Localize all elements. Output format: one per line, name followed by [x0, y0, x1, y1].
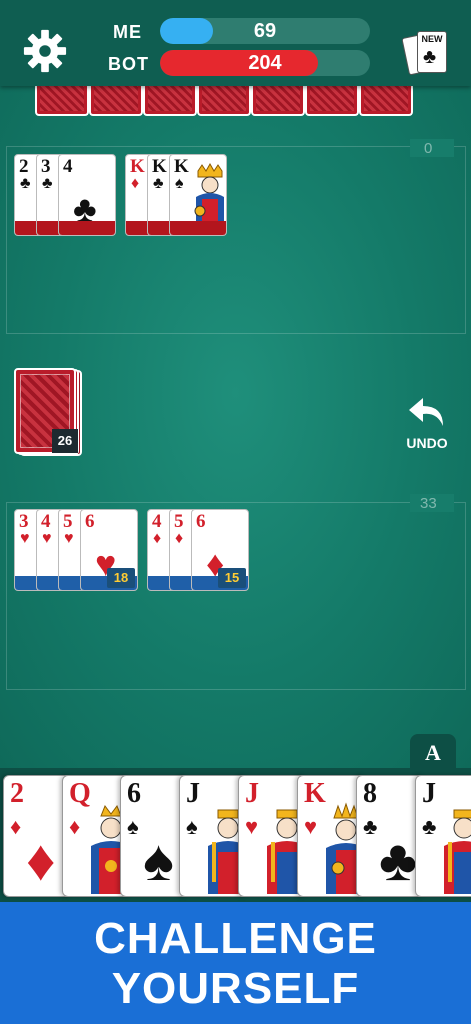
hand-card[interactable]: J ♣: [415, 775, 471, 897]
opponent-hand: [35, 86, 430, 118]
card-rank: J: [186, 778, 200, 809]
banner-line-1: CHALLENGE: [94, 914, 377, 963]
bot-label: BOT: [108, 54, 149, 74]
new-label: NEW: [421, 34, 443, 44]
spade-icon: ♠: [186, 814, 198, 839]
heart-icon: ♥: [64, 530, 74, 547]
undo-arrow-icon: [409, 398, 443, 426]
opponent-card-back: [89, 86, 143, 116]
me-label: ME: [113, 22, 142, 42]
opponent-meld-kings-set: K ♦ K ♣ K ♠: [125, 154, 231, 238]
score-header: ME 69 BOT 204 NEW ♣: [0, 0, 471, 86]
king-face-icon: [194, 163, 224, 223]
opponent-card-back: [251, 86, 305, 116]
diamond-icon: ♦: [153, 530, 162, 547]
me-score: 69: [253, 20, 277, 42]
club-icon: ♣: [423, 46, 437, 68]
card-rank: 6: [127, 778, 141, 809]
meld-card: K ♠: [169, 154, 227, 236]
player-meld-score: 33: [420, 495, 437, 512]
deck-card-icon: NEW ♣: [417, 31, 447, 73]
sort-tab[interactable]: A: [410, 734, 456, 770]
undo-button[interactable]: UNDO: [404, 396, 450, 456]
heart-icon: ♥: [304, 814, 318, 839]
diamond-icon: ♦: [131, 175, 140, 192]
promo-banner: CHALLENGE YOURSELF: [0, 902, 471, 1024]
opponent-card-back: [359, 86, 413, 116]
diamond-icon: ♦: [26, 828, 56, 893]
bot-score: 204: [248, 52, 282, 74]
spade-icon: ♠: [175, 175, 184, 192]
club-icon: ♣: [20, 175, 31, 192]
heart-icon: ♥: [245, 814, 259, 839]
new-game-button[interactable]: NEW ♣: [401, 29, 447, 76]
card-rank: 4: [63, 156, 73, 177]
gear-icon[interactable]: [22, 28, 68, 74]
diamond-icon: ♦: [69, 814, 81, 839]
opponent-meld-clubs-run: 2 ♣ 3 ♣ 4 ♣: [14, 154, 120, 238]
card-rank: J: [422, 778, 436, 809]
jack-face-icon: [444, 809, 471, 894]
card-rank: 6: [85, 511, 95, 532]
undo-label: UNDO: [406, 435, 448, 451]
club-icon: ♣: [422, 814, 437, 839]
spade-icon: ♠: [127, 814, 139, 839]
meld-points-badge: 15: [218, 568, 246, 588]
opponent-card-back: [197, 86, 251, 116]
card-stripe: [170, 221, 226, 235]
bot-score-bar: 204: [160, 50, 370, 76]
heart-icon: ♥: [20, 530, 30, 547]
card-rank: 2: [10, 778, 24, 809]
club-icon: ♣: [379, 828, 418, 893]
card-rank: Q: [69, 778, 91, 809]
card-rank: 6: [196, 511, 206, 532]
card-stripe: [59, 221, 115, 235]
opponent-card-back: [35, 86, 89, 116]
player-meld-diamonds-run: 4 ♦ 5 ♦ 6 ♦ 15: [147, 509, 253, 593]
heart-icon: ♥: [42, 530, 52, 547]
meld-points-badge: 18: [107, 568, 135, 588]
meld-card: 6 ♥ 18: [80, 509, 138, 591]
spade-icon: ♠: [143, 828, 174, 893]
banner-line-2: YOURSELF: [111, 964, 360, 1013]
card-rank: J: [245, 778, 259, 809]
opponent-card-back: [143, 86, 197, 116]
meld-card: 6 ♦ 15: [191, 509, 249, 591]
draw-pile-count: 26: [52, 429, 78, 453]
diamond-icon: ♦: [10, 814, 22, 839]
player-meld-hearts-run: 3 ♥ 4 ♥ 5 ♥ 6 ♥ 18: [14, 509, 142, 593]
me-score-bar: 69: [160, 18, 370, 44]
diamond-icon: ♦: [175, 530, 184, 547]
card-rank: 8: [363, 778, 377, 809]
club-icon: ♣: [363, 814, 378, 839]
club-icon: ♣: [42, 175, 53, 192]
card-rank: K: [304, 778, 326, 809]
opponent-card-back: [305, 86, 359, 116]
meld-card: 4 ♣: [58, 154, 116, 236]
opponent-meld-score: 0: [424, 140, 433, 157]
club-icon: ♣: [153, 175, 164, 192]
